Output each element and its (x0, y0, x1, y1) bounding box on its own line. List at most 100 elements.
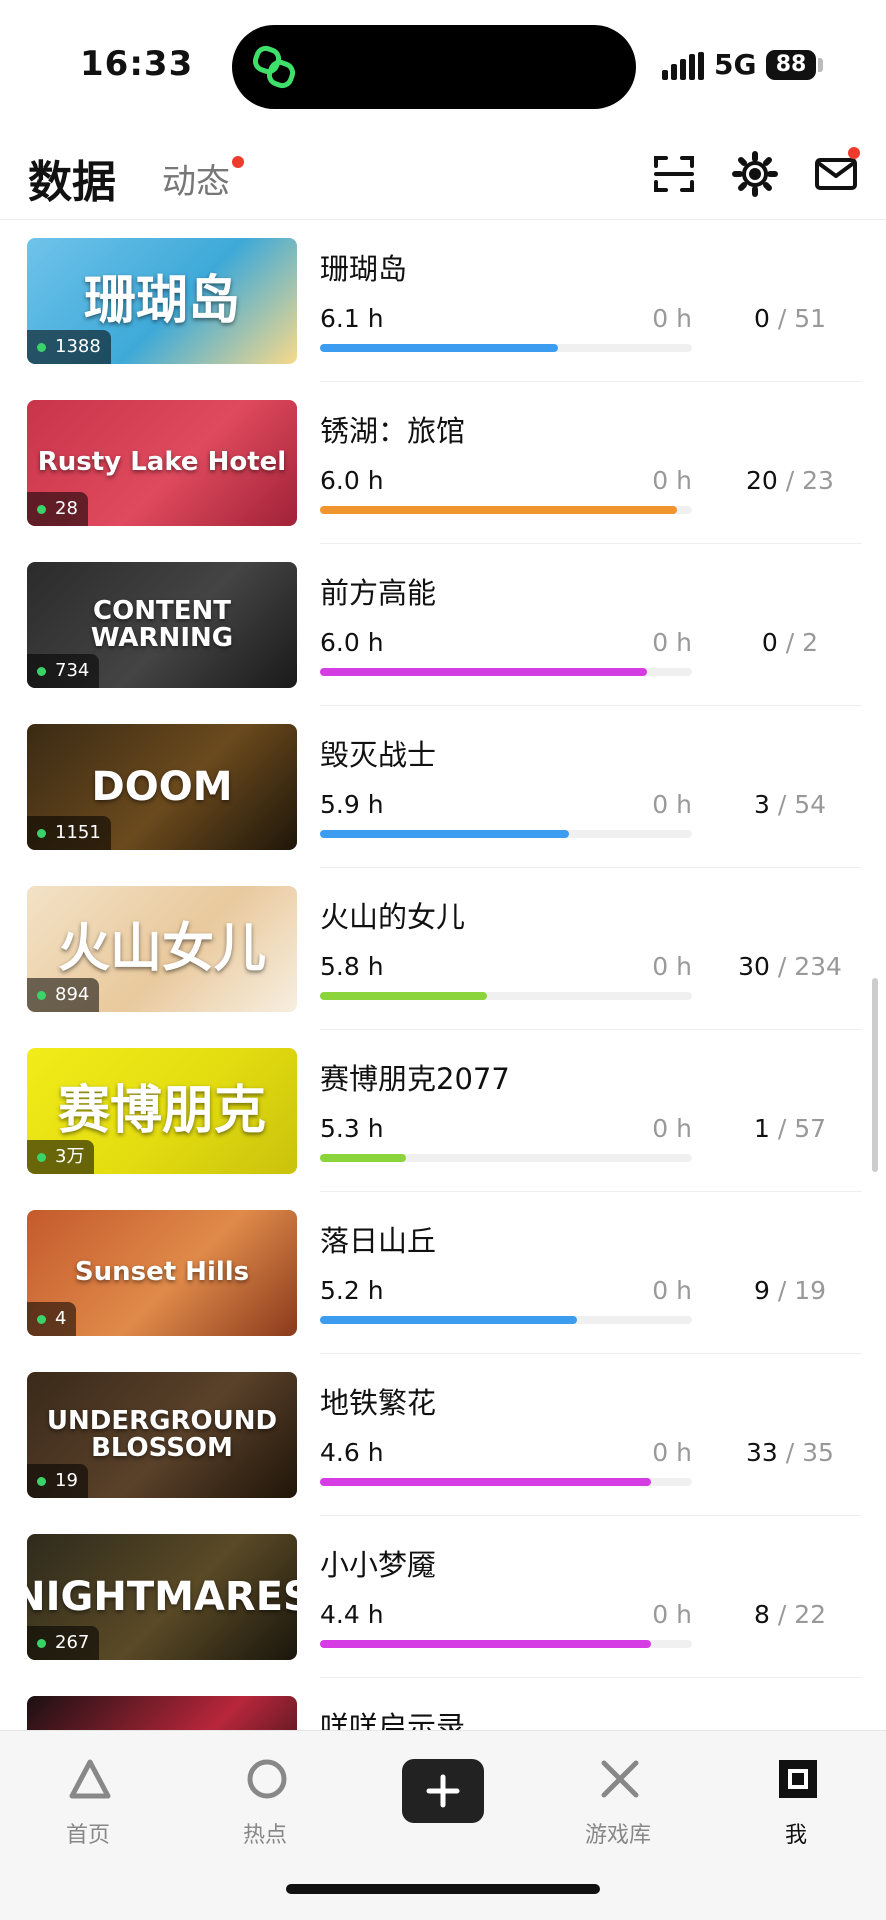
online-dot-icon (37, 1638, 46, 1648)
online-players-count: 1388 (55, 336, 101, 357)
tab-feed[interactable]: 动态 (162, 154, 230, 203)
playtime-progress-fill (320, 1154, 406, 1162)
playtime-progress-track (320, 1640, 692, 1648)
game-row[interactable]: 咩咩启示录 (0, 1678, 886, 1730)
add-button[interactable] (402, 1759, 484, 1823)
achievements-total: / 23 (785, 466, 834, 495)
achievements-count: 33 / 35 (720, 1438, 860, 1467)
home-indicator[interactable] (286, 1884, 600, 1894)
achievements-count: 30 / 234 (720, 952, 860, 981)
achievements-done: 20 (746, 466, 778, 495)
playtime-progress-track (320, 506, 692, 514)
recent-hours: 0 h (652, 628, 692, 657)
game-row[interactable]: 赛博朋克 3万 赛博朋克2077 5.3 h 0 h 1 / 57 (0, 1030, 886, 1192)
playtime-progress-track (320, 1478, 692, 1486)
recent-hours: 0 h (652, 466, 692, 495)
playtime-progress-fill (320, 1640, 652, 1648)
scan-icon[interactable] (650, 150, 698, 198)
battery-cap (818, 58, 823, 72)
playtime-progress-fill (320, 668, 648, 676)
game-row[interactable]: Sunset Hills 4 落日山丘 5.2 h 0 h 9 / 19 (0, 1192, 886, 1354)
game-cover-image[interactable]: DOOM 1151 (27, 724, 297, 850)
game-cover-image[interactable]: NIGHTMARES 267 (27, 1534, 297, 1660)
achievements-done: 8 (753, 1600, 770, 1629)
total-hours: 5.8 h (320, 952, 384, 981)
recent-hours: 0 h (652, 1276, 692, 1305)
online-dot-icon (37, 666, 46, 676)
achievements-count: 20 / 23 (720, 466, 860, 495)
game-cover-image[interactable]: Sunset Hills 4 (27, 1210, 297, 1336)
achievements-count: 0 / 51 (720, 304, 860, 333)
achievements-total: / 54 (777, 790, 827, 819)
game-cover-image[interactable]: UNDERGROUND BLOSSOM 19 (27, 1372, 297, 1498)
game-cover-image[interactable] (27, 1696, 297, 1730)
playtime-progress-track (320, 668, 692, 676)
game-cover-image[interactable]: CONTENT WARNING 734 (27, 562, 297, 688)
playtime-progress-track (320, 830, 692, 838)
game-row[interactable]: NIGHTMARES 267 小小梦魇 4.4 h 0 h 8 / 22 (0, 1516, 886, 1678)
feed-notification-dot (232, 156, 244, 168)
achievements-total: / 22 (777, 1600, 827, 1629)
achievements-count: 3 / 54 (720, 790, 860, 819)
tab-library[interactable]: 游戏库 (558, 1753, 678, 1863)
tab-home[interactable]: 首页 (28, 1753, 148, 1863)
online-players-count: 19 (55, 1470, 78, 1491)
online-players-badge: 267 (27, 1626, 100, 1660)
game-name: 赛博朋克2077 (320, 1062, 510, 1096)
game-row[interactable]: 火山女儿 894 火山的女儿 5.8 h 0 h 30 / 234 (0, 868, 886, 1030)
achievements-done: 30 (738, 952, 770, 981)
total-hours: 6.0 h (320, 628, 384, 657)
square-me-icon (779, 1760, 817, 1798)
online-players-badge: 1388 (27, 330, 111, 364)
game-row[interactable]: DOOM 1151 毁灭战士 5.9 h 0 h 3 / 54 (0, 706, 886, 868)
playtime-progress-track (320, 1316, 692, 1324)
game-cover-image[interactable]: 火山女儿 894 (27, 886, 297, 1012)
online-players-count: 4 (55, 1308, 67, 1329)
achievements-total: / 19 (777, 1276, 827, 1305)
online-players-badge: 28 (27, 492, 88, 526)
game-cover-image[interactable]: 珊瑚岛 1388 (27, 238, 297, 364)
game-cover-image[interactable]: Rusty Lake Hotel 28 (27, 400, 297, 526)
achievements-total: / 35 (785, 1438, 834, 1467)
recent-hours: 0 h (652, 952, 692, 981)
online-players-badge: 1151 (27, 816, 111, 850)
online-players-badge: 4 (27, 1302, 77, 1336)
online-dot-icon (37, 828, 46, 838)
playtime-progress-track (320, 1154, 692, 1162)
game-name: 咩咩启示录 (320, 1710, 466, 1730)
playtime-progress-track (320, 992, 692, 1000)
game-row[interactable]: Rusty Lake Hotel 28 锈湖：旅馆 6.0 h 0 h 20 /… (0, 382, 886, 544)
online-players-count: 3万 (55, 1146, 85, 1167)
total-hours: 4.6 h (320, 1438, 384, 1467)
game-list[interactable]: 珊瑚岛 1388 珊瑚岛 6.1 h 0 h 0 / 51 Rusty Lake… (0, 220, 886, 1730)
achievements-done: 0 (753, 304, 770, 333)
achievements-count: 8 / 22 (720, 1600, 860, 1629)
achievements-total: / 2 (785, 628, 819, 657)
online-dot-icon (37, 1152, 46, 1162)
tab-library-label: 游戏库 (584, 1823, 651, 1848)
app-link-icon (252, 45, 296, 89)
scrollbar[interactable] (872, 978, 878, 1172)
page-title[interactable]: 数据 (28, 146, 116, 210)
tab-me[interactable]: 我 (736, 1753, 856, 1863)
game-row[interactable]: 珊瑚岛 1388 珊瑚岛 6.1 h 0 h 0 / 51 (0, 220, 886, 382)
total-hours: 6.1 h (320, 304, 384, 333)
circle-hot-icon (247, 1759, 287, 1799)
game-row[interactable]: UNDERGROUND BLOSSOM 19 地铁繁花 4.6 h 0 h 33… (0, 1354, 886, 1516)
game-cover-image[interactable]: 赛博朋克 3万 (27, 1048, 297, 1174)
total-hours: 5.2 h (320, 1276, 384, 1305)
online-players-badge: 894 (27, 978, 100, 1012)
tab-hot-label: 热点 (242, 1823, 287, 1848)
game-name: 火山的女儿 (320, 900, 466, 934)
achievements-done: 33 (746, 1438, 778, 1467)
playtime-progress-fill (320, 506, 678, 514)
tab-hot[interactable]: 热点 (205, 1753, 325, 1863)
settings-gear-icon[interactable] (731, 150, 779, 198)
game-row[interactable]: CONTENT WARNING 734 前方高能 6.0 h 0 h 0 / 2 (0, 544, 886, 706)
tab-home-label: 首页 (65, 1823, 110, 1848)
cross-library-icon (601, 1760, 639, 1798)
online-players-count: 267 (55, 1632, 90, 1653)
total-hours: 5.3 h (320, 1114, 384, 1143)
achievements-count: 1 / 57 (720, 1114, 860, 1143)
online-players-count: 1151 (55, 822, 101, 843)
